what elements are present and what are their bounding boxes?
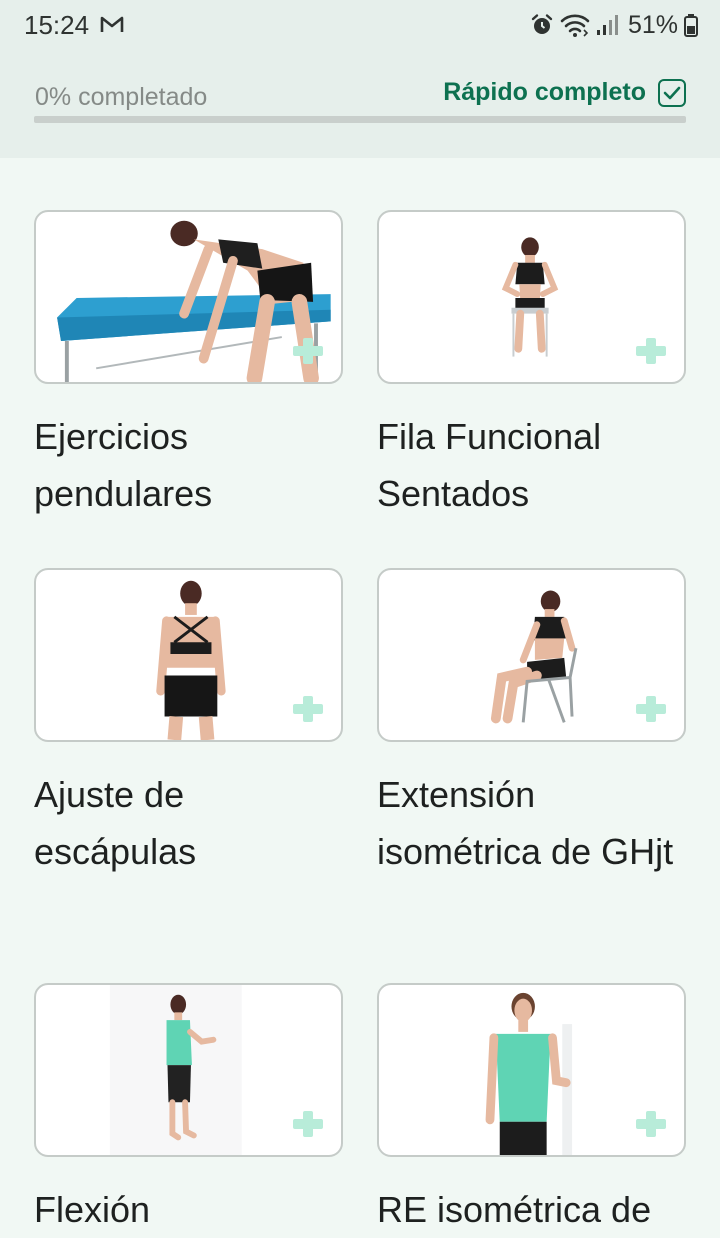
quick-complete-label: Rápido completo [443,78,646,106]
alarm-icon [531,14,553,34]
exercise-card[interactable]: Flexión [34,983,343,1238]
plus-icon[interactable] [291,1109,325,1139]
progress-bar [34,116,686,123]
exercise-thumbnail[interactable] [34,210,343,384]
status-icons: 51% [530,8,698,42]
exercise-thumbnail[interactable] [34,568,343,742]
exercise-thumbnail[interactable] [377,210,686,384]
exercise-card[interactable]: Ejercicios pendulares [34,210,343,522]
exercise-thumbnail[interactable] [34,983,343,1157]
progress-label: 0% completado [35,83,208,111]
exercise-thumbnail[interactable] [377,568,686,742]
signal-icon [596,15,618,35]
plus-icon[interactable] [291,694,325,724]
gmail-icon [100,16,124,32]
exercise-title[interactable]: Extensión isométrica de GHjt [377,766,686,880]
plus-icon[interactable] [634,694,668,724]
quick-complete-checkbox[interactable] [658,78,686,107]
exercise-title[interactable]: Ajuste de escápulas [34,766,343,880]
plus-icon[interactable] [634,1109,668,1139]
status-time: 15:24 [24,10,90,40]
exercise-grid: Ejercicios pendulares Fila Funcional Sen… [0,158,720,1230]
exercise-card[interactable]: Ajuste de escápulas [34,568,343,880]
progress-header: 0% completado Rápido completo [0,50,720,158]
plus-icon[interactable] [291,336,325,366]
exercise-title[interactable]: RE isométrica de [377,1181,686,1238]
checkmark-icon [663,86,681,99]
status-bar: 15:24 51% [0,0,720,50]
quick-complete-toggle[interactable]: Rápido completo [443,78,686,107]
exercise-thumbnail[interactable] [377,983,686,1157]
battery-icon [684,14,698,37]
battery-percent: 51% [627,10,678,39]
wifi-icon [560,14,590,37]
exercise-card[interactable]: Fila Funcional Sentados [377,210,686,522]
exercise-title[interactable]: Ejercicios pendulares [34,408,343,522]
plus-icon[interactable] [634,336,668,366]
exercise-title[interactable]: Fila Funcional Sentados [377,408,686,522]
exercise-card[interactable]: RE isométrica de [377,983,686,1238]
exercise-title[interactable]: Flexión [34,1181,343,1238]
exercise-card[interactable]: Extensión isométrica de GHjt [377,568,686,880]
